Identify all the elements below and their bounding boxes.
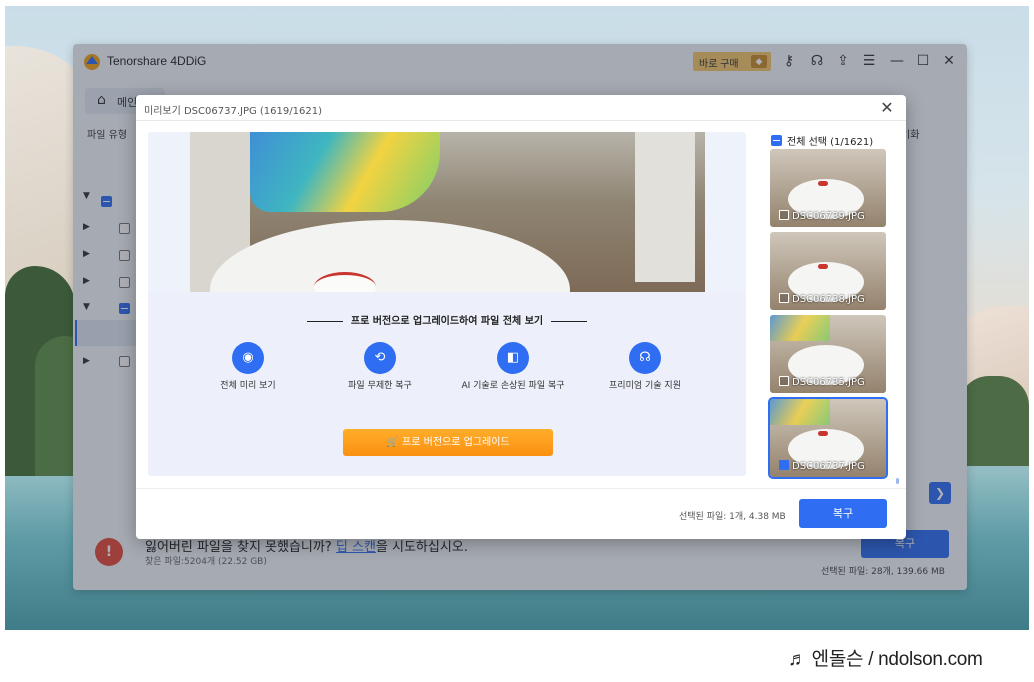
ai-repair-icon: ◧	[497, 342, 529, 374]
thumbnail-item-selected[interactable]: DSC06737.JPG	[768, 397, 888, 479]
select-all-box[interactable]	[771, 135, 782, 146]
thumbnail-checkbox[interactable]	[779, 376, 789, 386]
watermark-text: ♬ 엔돌슨 / ndolson.com	[788, 649, 983, 670]
thumbnail-list: 전체 선택 (1/1621) DSC06739.JPG DSC06738.JPG…	[758, 132, 898, 486]
headset-icon: ☊	[629, 342, 661, 374]
close-icon[interactable]: ✕	[878, 99, 896, 117]
upgrade-button[interactable]: 🛒 프로 버전으로 업그레이드	[343, 429, 553, 456]
preview-pane: 프로 버전으로 업그레이드하여 파일 전체 보기 ◉ 전체 미리 보기 ⟲ 파일…	[148, 132, 746, 476]
dialog-footer-divider	[136, 488, 906, 489]
dialog-title: 미리보기 DSC06737.JPG (1619/1621)	[144, 106, 322, 117]
upgrade-title: 프로 버전으로 업그레이드하여 파일 전체 보기	[148, 312, 746, 327]
preview-dialog: 미리보기 DSC06737.JPG (1619/1621) ✕ 프로 버전으로 …	[136, 95, 906, 539]
feature-full-preview: ◉ 전체 미리 보기	[188, 342, 308, 392]
thumbnail-name: DSC06737.JPG	[792, 461, 865, 472]
thumbnail-checkbox[interactable]	[779, 210, 789, 220]
select-all-label: 전체 선택 (1/1621)	[787, 137, 874, 148]
feature-label: 파일 무제한 복구	[348, 381, 412, 391]
trees-right	[959, 376, 1029, 466]
preview-image	[190, 132, 705, 292]
thumbnail-checkbox-checked[interactable]	[779, 460, 789, 470]
thumbnail-name: DSC06739.JPG	[792, 211, 865, 222]
dialog-recover-button[interactable]: 복구	[799, 499, 887, 528]
thumbnail-item[interactable]: DSC06738.JPG	[770, 232, 886, 310]
thumbnail-name: DSC06735.JPG	[792, 377, 865, 388]
feature-ai-repair: ◧ AI 기술로 손상된 파일 복구	[453, 342, 573, 392]
thumbnail-item[interactable]: DSC06739.JPG	[770, 149, 886, 227]
select-all-checkbox[interactable]: 전체 선택 (1/1621)	[771, 133, 873, 148]
thumbnail-scrollbar[interactable]	[896, 478, 899, 484]
feature-label: 전체 미리 보기	[220, 381, 276, 391]
upgrade-overlay: 프로 버전으로 업그레이드하여 파일 전체 보기 ◉ 전체 미리 보기 ⟲ 파일…	[148, 292, 746, 476]
thumbnail-item[interactable]: DSC06735.JPG	[770, 315, 886, 393]
thumbnail-checkbox[interactable]	[779, 293, 789, 303]
eye-icon: ◉	[232, 342, 264, 374]
recover-icon: ⟲	[364, 342, 396, 374]
dialog-divider	[136, 120, 906, 121]
feature-label: 프리미엄 기술 지원	[609, 381, 681, 391]
feature-label: AI 기술로 손상된 파일 복구	[461, 381, 565, 391]
dialog-selected-summary: 선택된 파일: 1개, 4.38 MB	[679, 512, 786, 522]
feature-unlimited-recovery: ⟲ 파일 무제한 복구	[320, 342, 440, 392]
feature-premium-support: ☊ 프리미엄 기술 지원	[585, 342, 705, 392]
thumbnail-name: DSC06738.JPG	[792, 294, 865, 305]
